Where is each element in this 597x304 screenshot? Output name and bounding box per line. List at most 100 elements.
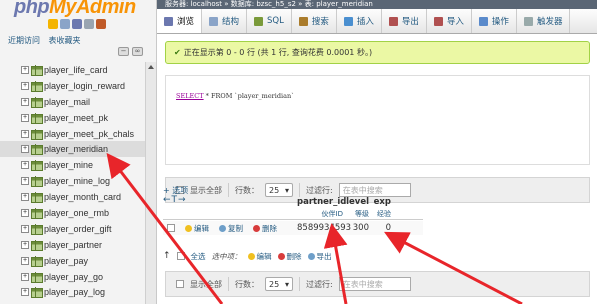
bulk-edit-link[interactable]: 编辑 — [247, 251, 272, 262]
cell-level[interactable]: 300 — [345, 223, 369, 233]
show-all-checkbox-bottom[interactable] — [176, 280, 184, 288]
table-name[interactable]: player_mine_log — [44, 176, 110, 186]
table-name[interactable]: player_life_card — [44, 65, 108, 75]
table-name[interactable]: player_month_card — [44, 192, 121, 202]
table-icon[interactable] — [31, 223, 43, 235]
table-name[interactable]: player_order_gift — [44, 224, 112, 234]
rows-select[interactable]: 25 ▾ — [265, 183, 293, 197]
expand-icon[interactable]: + — [21, 113, 29, 122]
nav-scrollbar[interactable] — [145, 62, 156, 304]
phpmyadmin-logo[interactable]: phpMyAdmin — [14, 0, 136, 19]
table-icon[interactable] — [31, 144, 43, 156]
rows-select-bottom[interactable]: 25 ▾ — [265, 277, 293, 291]
expand-icon[interactable]: + — [21, 81, 29, 90]
table-tree-item[interactable]: + player_one_rmb — [0, 205, 145, 221]
table-icon[interactable] — [31, 160, 43, 172]
table-tree-item[interactable]: + player_order_gift — [0, 221, 145, 237]
table-icon[interactable] — [31, 64, 43, 76]
help-icon[interactable] — [72, 19, 82, 29]
tab-triggers[interactable]: 触发器 — [517, 9, 571, 33]
table-tree-item[interactable]: + player_mine — [0, 157, 145, 173]
expand-icon[interactable]: + — [21, 97, 29, 106]
cell-exp[interactable]: 0 — [371, 223, 391, 233]
table-name[interactable]: player_meridian — [44, 144, 108, 154]
expand-icon[interactable]: + — [21, 208, 29, 217]
table-icon[interactable] — [31, 287, 43, 299]
table-tree-item[interactable]: + player_mine_log — [0, 173, 145, 189]
collapse-all-icon[interactable]: − — [118, 47, 129, 56]
table-name[interactable]: player_pay_go — [44, 272, 103, 282]
tab-import[interactable]: 导入 — [427, 9, 472, 33]
check-all-checkbox[interactable] — [176, 252, 185, 260]
expand-icon[interactable]: + — [21, 193, 29, 202]
tab-structure[interactable]: 结构 — [202, 9, 248, 33]
expand-icon[interactable]: + — [21, 161, 29, 170]
table-icon[interactable] — [31, 255, 43, 267]
check-all-link[interactable]: 全选 — [191, 251, 206, 262]
row-delete-link[interactable]: 删除 — [253, 223, 277, 234]
table-tree-item[interactable]: + player_month_card — [0, 189, 145, 205]
sql-keyword[interactable]: SELECT — [176, 92, 204, 100]
bulk-delete-link[interactable]: 删除 — [277, 251, 302, 262]
row-checkbox[interactable] — [167, 224, 175, 232]
table-name[interactable]: player_meet_pk — [44, 113, 108, 123]
scroll-up-icon[interactable] — [148, 65, 154, 69]
table-icon[interactable] — [31, 112, 43, 124]
table-tree-item[interactable]: + player_mail — [0, 94, 145, 110]
expand-icon[interactable]: + — [21, 288, 29, 297]
table-name[interactable]: player_meet_pk_chals — [44, 129, 134, 139]
tab-sql[interactable]: SQL — [247, 9, 292, 33]
table-icon[interactable] — [31, 128, 43, 140]
sql-query-text[interactable]: SELECT * FROM `player_meridian` — [176, 92, 294, 100]
tab-browse[interactable]: 浏览 — [157, 9, 203, 33]
table-name[interactable]: player_one_rmb — [44, 208, 109, 218]
table-name[interactable]: player_pay_log — [44, 287, 105, 297]
recent-link[interactable]: 近期访问 — [8, 36, 40, 45]
cell-partner-id[interactable]: 8589934593 — [297, 223, 351, 233]
table-tree-item[interactable]: + player_pay_go — [0, 269, 145, 285]
link-icon[interactable]: ∞ — [132, 47, 143, 56]
expand-icon[interactable]: + — [21, 65, 29, 74]
table-name[interactable]: player_login_reward — [44, 81, 125, 91]
table-tree-item[interactable]: + player_life_card — [0, 62, 145, 78]
expand-icon[interactable]: + — [21, 256, 29, 265]
table-icon[interactable] — [31, 80, 43, 92]
table-icon[interactable] — [31, 176, 43, 188]
tab-search[interactable]: 搜索 — [292, 9, 337, 33]
table-icon[interactable] — [31, 239, 43, 251]
tab-operations[interactable]: 操作 — [472, 9, 517, 33]
exit-icon[interactable] — [60, 19, 70, 29]
expand-icon[interactable]: + — [21, 129, 29, 138]
table-name[interactable]: player_partner — [44, 240, 102, 250]
table-name[interactable]: player_mine — [44, 160, 93, 170]
table-icon[interactable] — [31, 271, 43, 283]
column-header-exp[interactable]: exp — [371, 197, 391, 207]
column-sort-arrows[interactable]: ←T→ — [163, 195, 187, 205]
tab-export[interactable]: 导出 — [382, 9, 427, 33]
table-tree-item[interactable]: + player_meridian — [0, 141, 145, 158]
table-icon[interactable] — [31, 96, 43, 108]
row-edit-link[interactable]: 编辑 — [185, 223, 209, 234]
tab-insert[interactable]: 插入 — [337, 9, 382, 33]
column-header-level[interactable]: level — [345, 197, 369, 207]
table-name[interactable]: player_mail — [44, 97, 90, 107]
table-tree-item[interactable]: + player_partner — [0, 237, 145, 253]
expand-icon[interactable]: + — [21, 240, 29, 249]
filter-input-bottom[interactable]: 在表中搜索 — [338, 277, 411, 291]
table-tree-item[interactable]: + player_pay — [0, 253, 145, 269]
table-icon[interactable] — [31, 192, 43, 204]
table-tree-item[interactable]: + player_login_reward — [0, 78, 145, 94]
docs-icon[interactable] — [84, 19, 94, 29]
expand-icon[interactable]: + — [21, 177, 29, 186]
table-tree-item[interactable]: + player_pay_log — [0, 284, 145, 300]
settings-icon[interactable] — [96, 19, 106, 29]
table-icon[interactable] — [31, 207, 43, 219]
expand-icon[interactable]: + — [21, 272, 29, 281]
column-header-partner-id[interactable]: partner_id — [297, 197, 346, 207]
expand-icon[interactable]: + — [21, 145, 29, 154]
home-icon[interactable] — [48, 19, 58, 29]
row-copy-link[interactable]: 复制 — [219, 223, 243, 234]
bulk-export-link[interactable]: 导出 — [307, 251, 332, 262]
expand-icon[interactable]: + — [21, 224, 29, 233]
table-tree-item[interactable]: + player_meet_pk_chals — [0, 126, 145, 142]
